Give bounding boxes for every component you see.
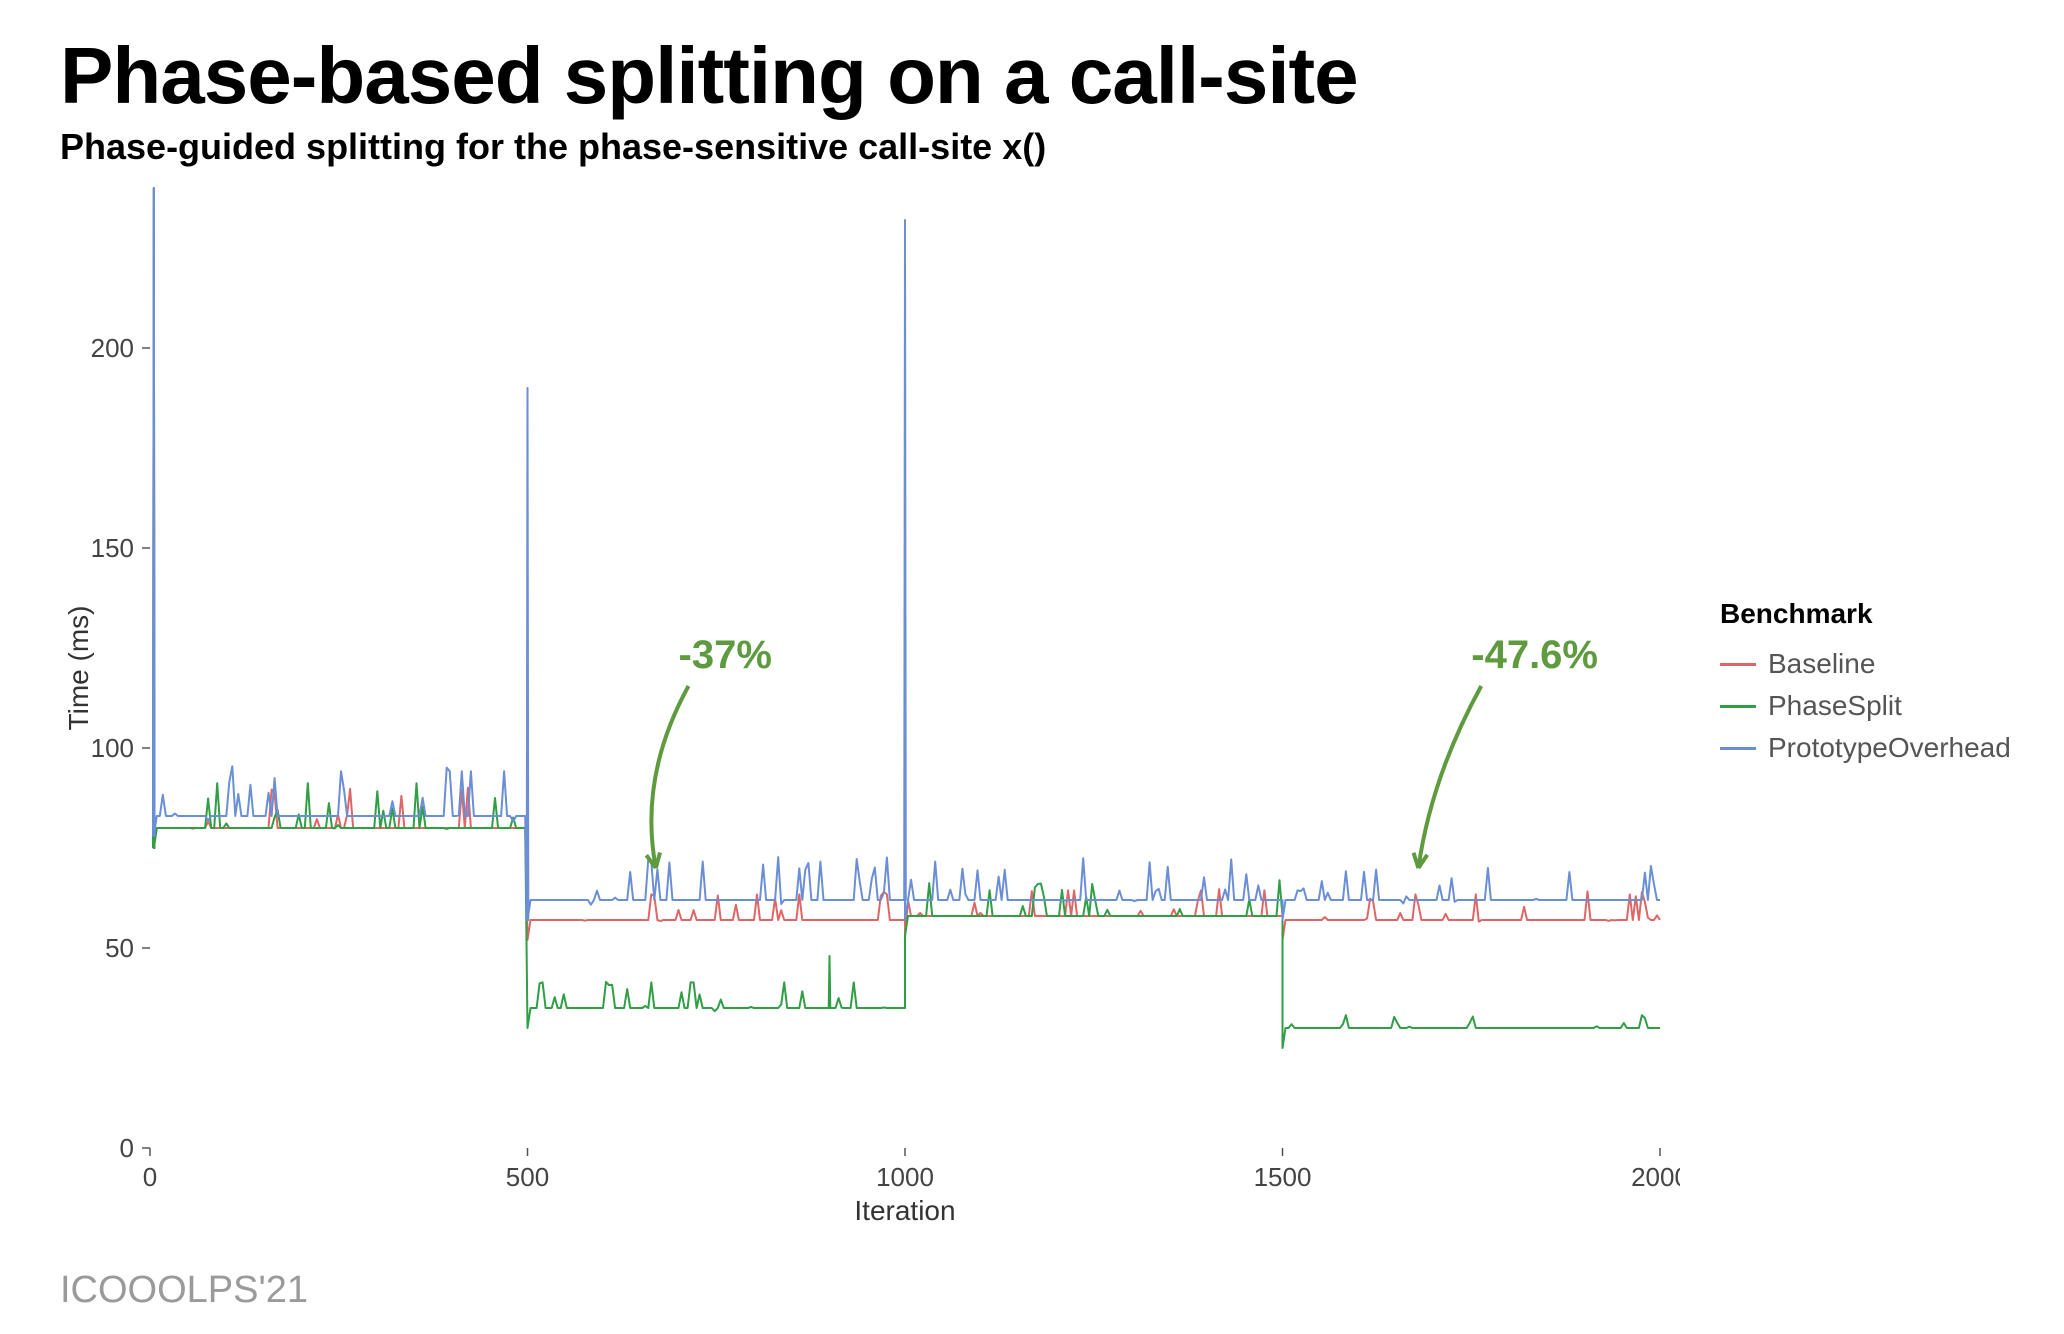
legend-item-baseline: Baseline (1720, 648, 2011, 680)
y-tick-label: 0 (120, 1133, 134, 1163)
legend-item-prototypeoverhead: PrototypeOverhead (1720, 732, 2011, 764)
page-title: Phase-based splitting on a call-site (60, 30, 2004, 122)
legend-label: PhaseSplit (1768, 690, 1902, 722)
x-tick-label: 2000 (1631, 1162, 1680, 1192)
legend-title: Benchmark (1720, 598, 2011, 630)
x-tick-label: 500 (506, 1162, 549, 1192)
time-series-chart: 0 500 1000 1500 2000 Iteration 0 50 100 150 200 Tim… (60, 178, 1680, 1238)
legend-label: PrototypeOverhead (1768, 732, 2011, 764)
y-tick-label: 100 (91, 733, 134, 763)
annotation-arrow (651, 686, 688, 868)
x-tick-label: 0 (143, 1162, 157, 1192)
chart-outer: 0 500 1000 1500 2000 Iteration 0 50 100 150 200 Tim… (60, 178, 1680, 1238)
y-tick-label: 150 (91, 533, 134, 563)
y-tick-label: 50 (105, 933, 134, 963)
annotation-arrow (1418, 686, 1481, 868)
legend-item-phasesplit: PhaseSplit (1720, 690, 2011, 722)
y-axis-label: Time (ms) (63, 606, 94, 731)
legend-swatch (1720, 747, 1756, 750)
slide: Phase-based splitting on a call-site Pha… (0, 0, 2064, 1334)
annotation-label: -37% (679, 633, 772, 677)
y-tick-label: 200 (91, 333, 134, 363)
annotation-label: -47.6% (1471, 633, 1598, 677)
x-tick-label: 1500 (1254, 1162, 1312, 1192)
chart-row: 0 500 1000 1500 2000 Iteration 0 50 100 150 200 Tim… (60, 178, 2004, 1238)
x-axis-label: Iteration (854, 1195, 955, 1226)
chart-subtitle: Phase-guided splitting for the phase-sen… (60, 126, 2004, 168)
legend-label: Baseline (1768, 648, 1875, 680)
legend-swatch (1720, 705, 1756, 708)
legend: Benchmark Baseline PhaseSplit PrototypeOve… (1720, 598, 2011, 774)
footer-venue: ICOOOLPS'21 (60, 1269, 308, 1312)
x-tick-label: 1000 (876, 1162, 934, 1192)
legend-swatch (1720, 663, 1756, 666)
